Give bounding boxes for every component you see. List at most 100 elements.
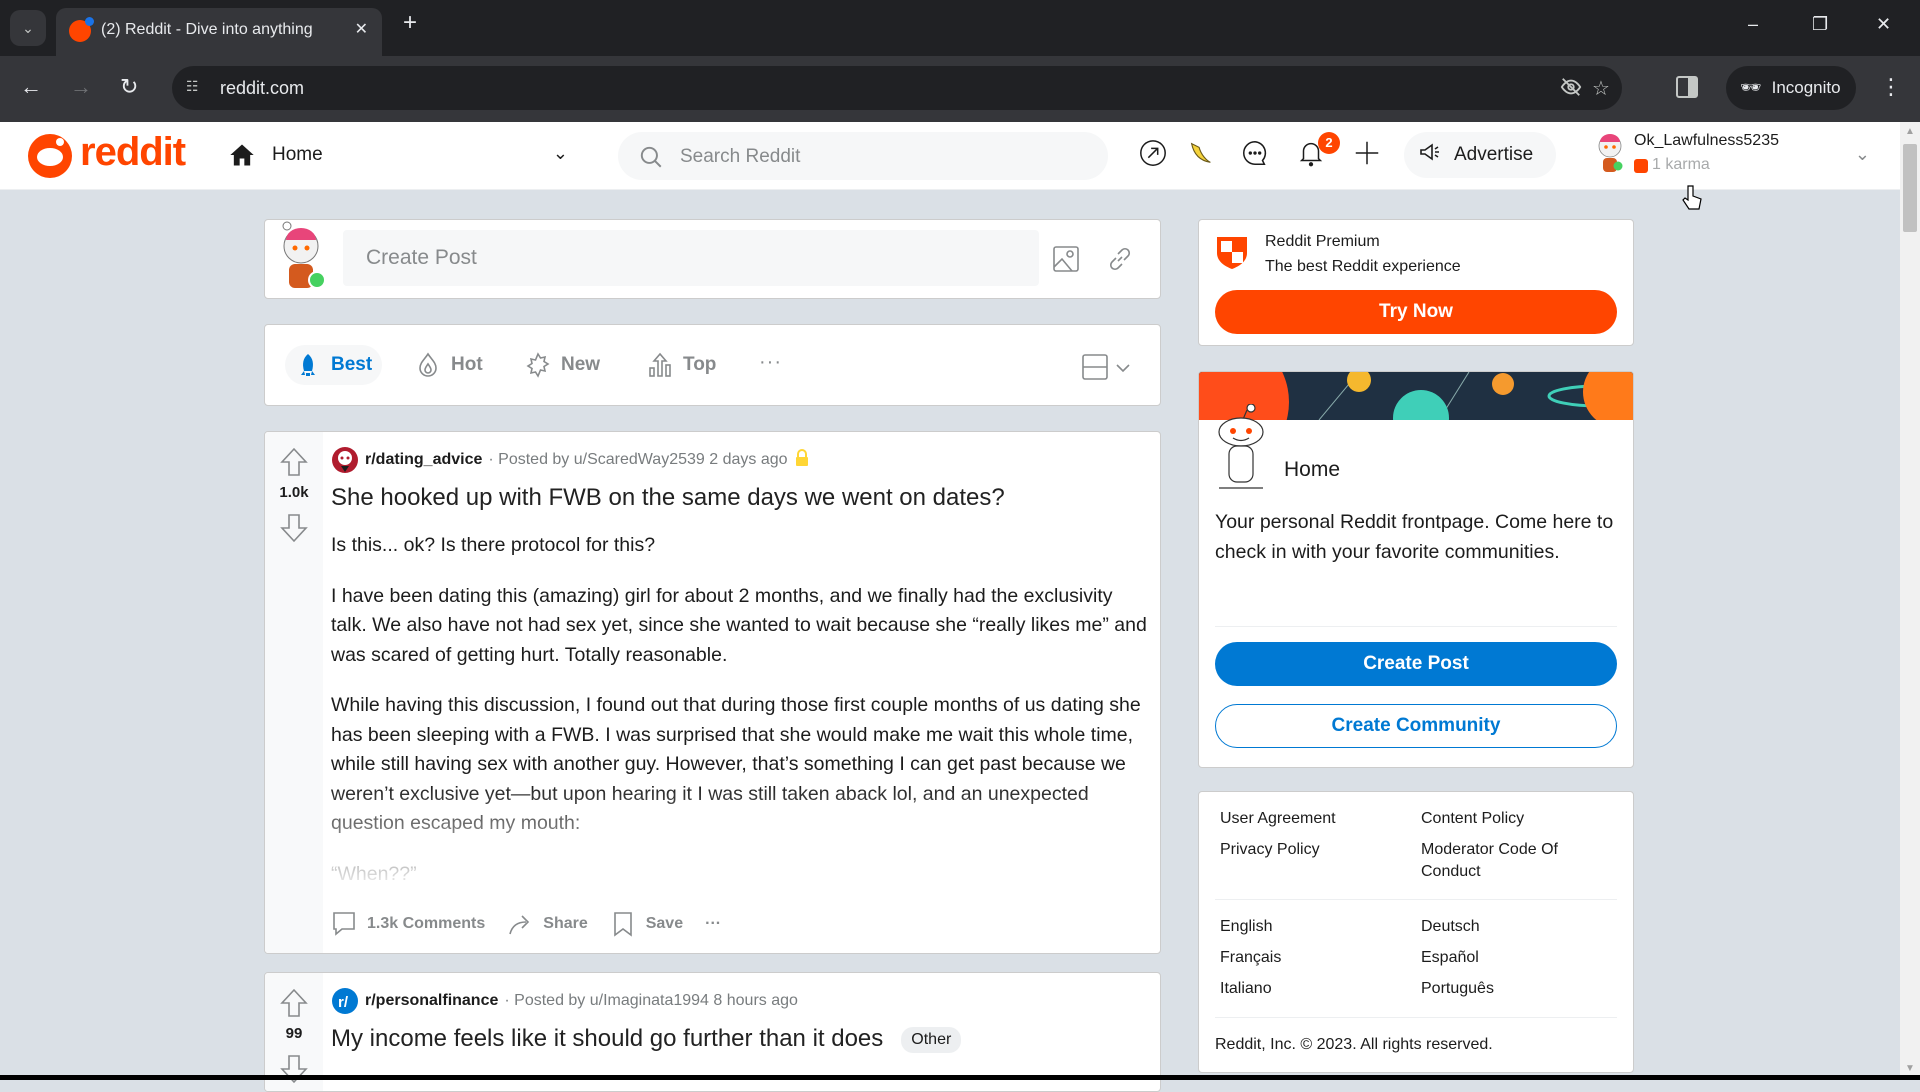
post-title-text[interactable]: My income feels like it should go furthe… xyxy=(331,1025,883,1052)
language-espanol[interactable]: Español xyxy=(1421,947,1479,969)
search-input[interactable]: Search Reddit xyxy=(618,132,1108,180)
screen-bottom-edge xyxy=(0,1075,1920,1080)
post-title[interactable]: My income feels like it should go furthe… xyxy=(331,1025,962,1053)
advertise-button[interactable]: Advertise xyxy=(1404,132,1556,178)
scroll-up-arrow-icon[interactable]: ▲ xyxy=(1905,126,1915,137)
popular-icon[interactable] xyxy=(1138,138,1170,170)
back-arrow-icon[interactable]: ← xyxy=(20,76,42,98)
banana-icon[interactable] xyxy=(1186,138,1218,170)
subreddit-link[interactable]: r/personalfinance xyxy=(365,992,498,1010)
downvote-icon[interactable] xyxy=(279,1053,309,1085)
tab-search-button[interactable]: ⌄ xyxy=(10,10,46,46)
save-button[interactable]: Save xyxy=(610,910,683,938)
footer-link-user-agreement[interactable]: User Agreement xyxy=(1220,808,1336,830)
browser-tab-active[interactable]: (2) Reddit - Dive into anything ✕ xyxy=(56,8,382,56)
footer-link-content-policy[interactable]: Content Policy xyxy=(1421,808,1524,830)
home-info-card: Home Your personal Reddit frontpage. Com… xyxy=(1198,371,1634,768)
tab-close-icon[interactable]: ✕ xyxy=(355,19,368,39)
post-card[interactable]: 1.0k r/dating_advice · Posted by u/Scare… xyxy=(264,431,1161,954)
reddit-wordmark[interactable]: reddit xyxy=(80,130,186,175)
snoo-mascot-icon xyxy=(1213,403,1273,494)
sort-tab-top[interactable]: Top xyxy=(637,345,726,385)
sort-tab-best[interactable]: Best xyxy=(285,345,383,385)
image-upload-icon[interactable] xyxy=(1051,244,1081,274)
chat-icon[interactable] xyxy=(1240,138,1272,170)
forward-arrow-icon[interactable]: → xyxy=(70,76,92,98)
create-community-button[interactable]: Create Community xyxy=(1215,704,1617,748)
restore-button[interactable]: ❐ xyxy=(1812,14,1828,35)
divider xyxy=(1215,626,1617,627)
divider xyxy=(1215,1017,1617,1018)
scrollbar-thumb[interactable] xyxy=(1903,144,1917,232)
upvote-icon[interactable] xyxy=(279,987,309,1019)
eye-off-icon[interactable] xyxy=(1560,76,1582,104)
scroll-down-arrow-icon[interactable]: ▼ xyxy=(1905,1063,1915,1074)
sort-tab-label: New xyxy=(561,354,601,375)
sort-tab-new[interactable]: New xyxy=(515,345,610,385)
link-icon[interactable] xyxy=(1105,244,1135,274)
site-settings-icon[interactable]: ☷ xyxy=(186,78,206,98)
post-card[interactable]: 99 r/ r/personalfinance · Posted by u/Im… xyxy=(264,972,1161,1092)
user-menu-dropdown[interactable]: Ok_Lawfulness5235 1 karma ⌄ xyxy=(1586,126,1876,184)
comments-button[interactable]: 1.3k Comments xyxy=(331,910,485,938)
chevron-down-icon: ⌄ xyxy=(22,19,34,36)
karma-icon xyxy=(1634,159,1648,173)
subreddit-link[interactable]: r/dating_advice xyxy=(365,451,482,469)
post-more-button[interactable]: ··· xyxy=(705,915,721,933)
language-deutsch[interactable]: Deutsch xyxy=(1421,916,1480,938)
chevron-down-icon: ⌄ xyxy=(1854,144,1870,164)
notification-badge: 2 xyxy=(1318,132,1340,154)
footer-link-privacy-policy[interactable]: Privacy Policy xyxy=(1220,839,1320,861)
subreddit-icon[interactable]: r/ xyxy=(331,987,359,1015)
share-button[interactable]: Share xyxy=(507,910,588,938)
posted-by[interactable]: · Posted by u/Imaginata1994 8 hours ago xyxy=(504,992,798,1010)
premium-card: Reddit Premium The best Reddit experienc… xyxy=(1198,219,1634,346)
post-title[interactable]: She hooked up with FWB on the same days … xyxy=(331,484,1005,512)
language-portugues[interactable]: Português xyxy=(1421,978,1494,1000)
create-icon[interactable] xyxy=(1352,138,1384,170)
create-post-button[interactable]: Create Post xyxy=(1215,642,1617,686)
footer-link-moderator-code[interactable]: Moderator Code Of Conduct xyxy=(1421,839,1611,883)
post-flair[interactable]: Other xyxy=(901,1026,962,1053)
comments-label: 1.3k Comments xyxy=(367,915,486,932)
user-avatar[interactable] xyxy=(279,220,329,294)
browser-menu-icon[interactable]: ⋮ xyxy=(1880,74,1902,100)
create-post-input[interactable]: Create Post xyxy=(343,230,1039,286)
new-tab-button[interactable]: + xyxy=(396,10,424,38)
mouse-cursor-icon xyxy=(1682,185,1702,210)
posted-by[interactable]: · Posted by u/ScaredWay2539 2 days ago xyxy=(488,451,787,469)
feed-selector-label: Home xyxy=(272,144,323,165)
post-paragraph: I have been dating this (amazing) girl f… xyxy=(331,584,1147,666)
language-italiano[interactable]: Italiano xyxy=(1220,978,1272,1000)
page-scrollbar[interactable]: ▲ ▼ xyxy=(1900,122,1920,1080)
bookmark-star-icon[interactable]: ☆ xyxy=(1592,76,1610,101)
reddit-logo-icon[interactable] xyxy=(28,134,72,178)
minimize-button[interactable]: – xyxy=(1748,14,1758,35)
close-window-button[interactable]: ✕ xyxy=(1876,14,1891,35)
upvote-icon[interactable] xyxy=(279,446,309,478)
footer-links-card: User Agreement Content Policy Privacy Po… xyxy=(1198,791,1634,1073)
divider xyxy=(1215,899,1617,900)
feed-selector-dropdown[interactable]: Home ⌄ xyxy=(222,132,582,178)
language-francais[interactable]: Français xyxy=(1220,947,1281,969)
sort-tab-label: Best xyxy=(331,354,373,375)
reload-icon[interactable]: ↻ xyxy=(120,76,138,98)
chevron-down-icon: ⌄ xyxy=(552,143,568,163)
post-paragraph: Is this... ok? Is there protocol for thi… xyxy=(331,534,656,556)
sort-tab-hot[interactable]: Hot xyxy=(405,345,493,385)
post-actions: 1.3k Comments Share Save ··· xyxy=(331,906,721,942)
browser-tab-bar: ⌄ (2) Reddit - Dive into anything ✕ + – … xyxy=(0,0,1920,56)
subreddit-icon[interactable] xyxy=(331,446,359,474)
incognito-indicator[interactable]: 🕶 Incognito xyxy=(1726,66,1856,110)
search-placeholder: Search Reddit xyxy=(680,146,801,167)
try-now-button[interactable]: Try Now xyxy=(1215,290,1617,334)
sort-more-button[interactable]: ··· xyxy=(759,351,782,374)
view-layout-dropdown[interactable] xyxy=(1081,353,1141,383)
comment-icon xyxy=(333,912,355,936)
downvote-icon[interactable] xyxy=(279,512,309,544)
url-text[interactable]: reddit.com xyxy=(220,78,304,99)
sort-tab-label: Hot xyxy=(451,354,483,375)
language-english[interactable]: English xyxy=(1220,916,1272,938)
address-bar[interactable]: ☷ reddit.com ☆ xyxy=(172,66,1622,110)
side-panel-icon[interactable] xyxy=(1676,76,1698,98)
